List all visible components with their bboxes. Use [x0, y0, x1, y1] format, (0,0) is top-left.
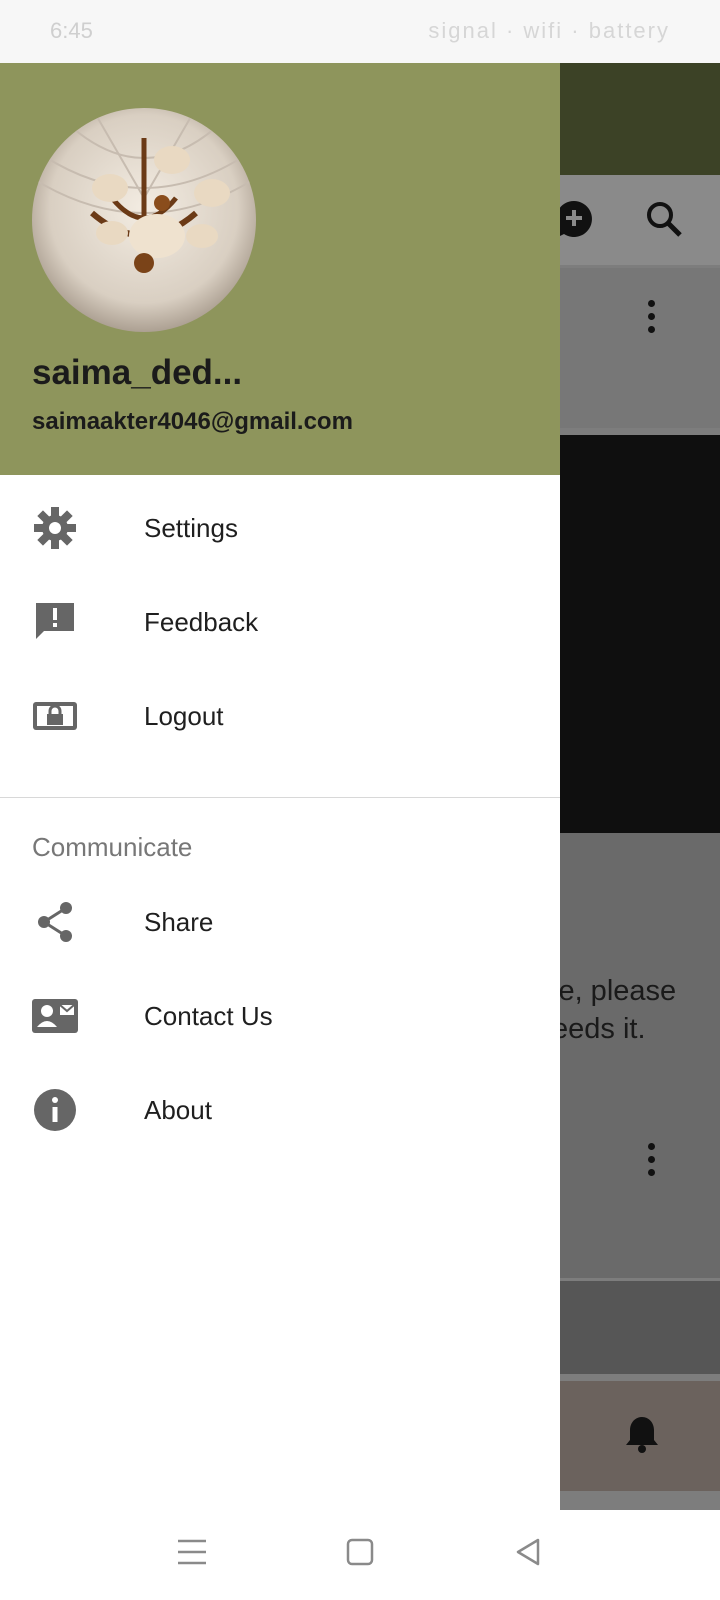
system-navigation-bar — [0, 1510, 720, 1600]
status-time: 6:45 — [50, 18, 93, 43]
menu-label: Settings — [144, 513, 238, 543]
gear-icon — [34, 507, 76, 549]
menu-label: Contact Us — [144, 1001, 273, 1031]
menu-item-logout[interactable]: Logout — [0, 671, 560, 761]
back-icon[interactable] — [508, 1532, 548, 1572]
more-options-icon[interactable] — [648, 300, 656, 339]
search-icon[interactable] — [644, 199, 684, 239]
post-text: le, please eeds it. — [552, 975, 677, 1045]
feedback-icon — [36, 603, 74, 639]
menu-item-contact-us[interactable]: Contact Us — [0, 971, 560, 1061]
lock-icon — [33, 702, 77, 730]
menu-item-share[interactable]: Share — [0, 877, 560, 967]
status-bar: 6:45 signal · wifi · battery — [0, 0, 720, 63]
user-email: saimaakter4046@gmail.com — [32, 408, 353, 435]
recent-apps-icon[interactable] — [172, 1532, 212, 1572]
drawer-header: saima_ded... saimaakter4046@gmail.com — [0, 63, 560, 475]
chandelier-photo — [32, 108, 256, 332]
menu-label: Share — [144, 907, 214, 937]
notification-bell-icon[interactable] — [624, 1414, 660, 1454]
section-title: Communicate — [32, 832, 193, 862]
contact-card-icon — [32, 999, 78, 1033]
divider — [0, 797, 560, 798]
menu-item-about[interactable]: About — [0, 1065, 560, 1155]
menu-label: Feedback — [144, 607, 259, 637]
menu-label: Logout — [144, 701, 224, 731]
share-icon — [38, 902, 72, 942]
menu-label: About — [144, 1095, 212, 1125]
username: saima_ded... — [32, 353, 243, 392]
menu-item-feedback[interactable]: Feedback — [0, 577, 560, 667]
home-icon[interactable] — [340, 1532, 380, 1572]
avatar[interactable] — [32, 108, 256, 332]
info-icon — [34, 1089, 76, 1131]
menu-item-settings[interactable]: Settings — [0, 483, 560, 573]
more-options-icon[interactable] — [648, 1143, 656, 1182]
navigation-drawer: saima_ded... saimaakter4046@gmail.com Se… — [0, 63, 560, 1510]
status-icons: signal · wifi · battery — [428, 18, 670, 43]
